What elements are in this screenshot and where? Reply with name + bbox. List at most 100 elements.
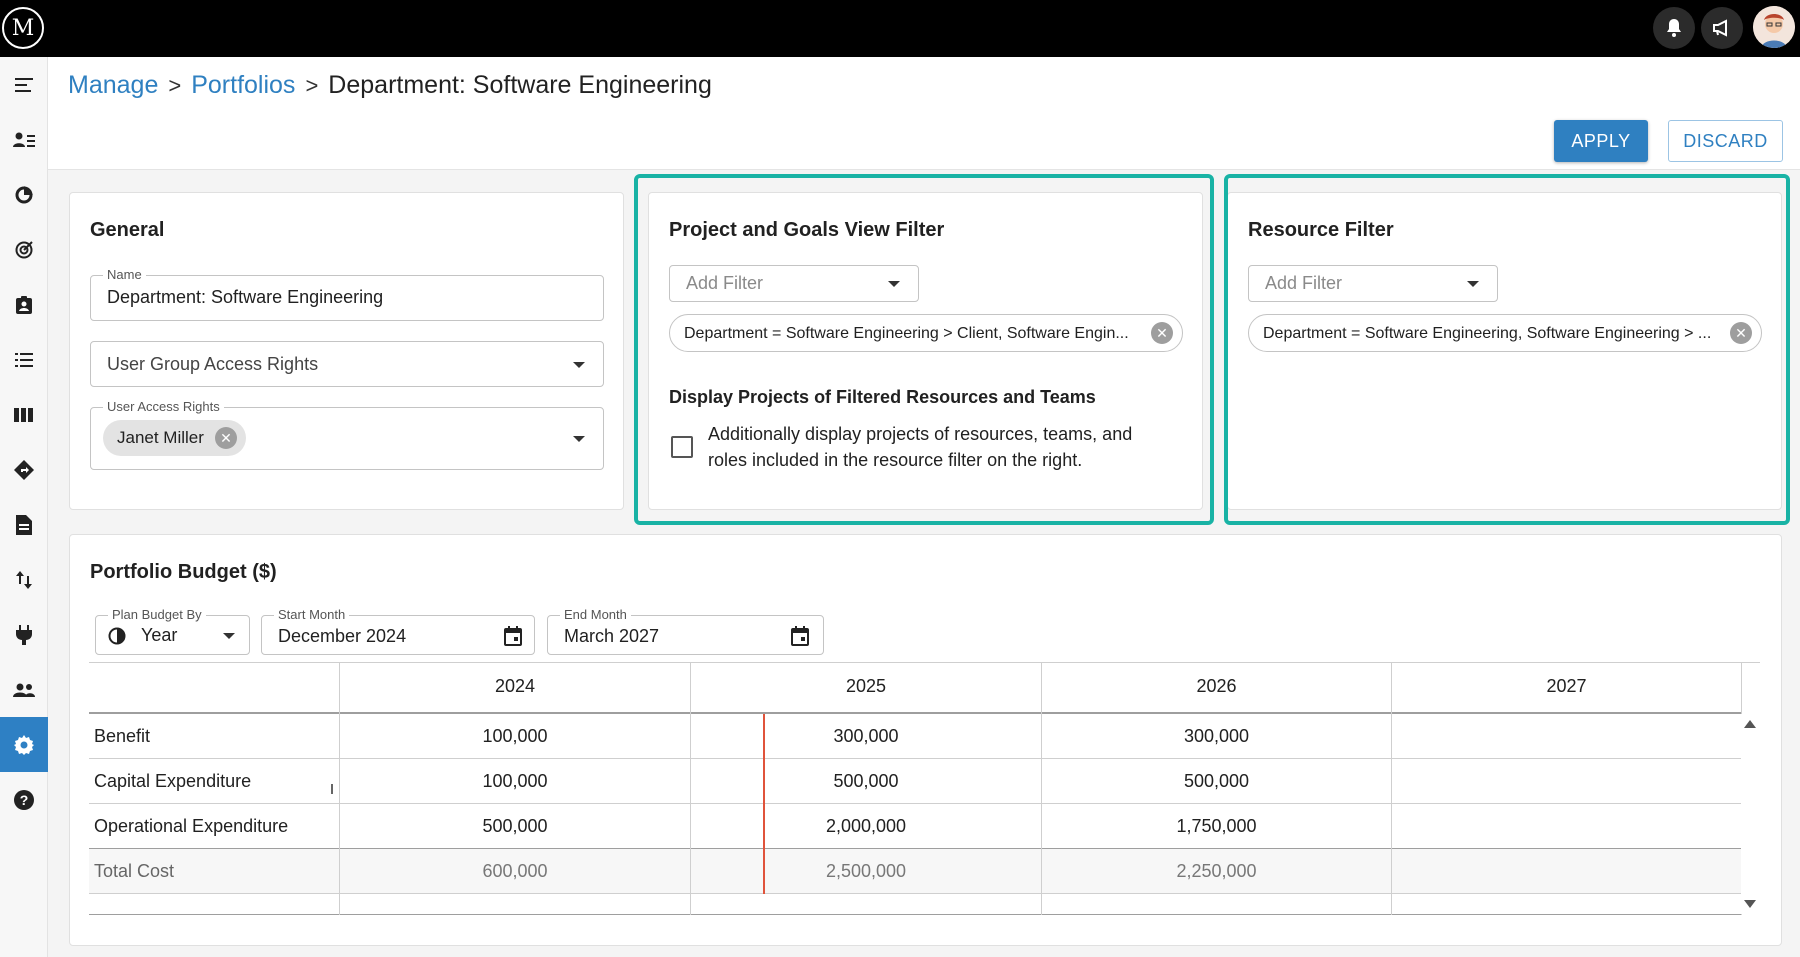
sidebar-item-resources[interactable] [0,112,48,167]
plan-budget-by-label: Plan Budget By [108,607,206,622]
column-header-2027: 2027 [1546,676,1587,696]
row-label-operational-expenditure: Operational Expenditure [94,816,289,836]
settings-icon [14,734,34,755]
sidebar-item-assignments[interactable] [0,277,48,332]
column-header-2026: 2026 [1196,676,1237,696]
sidebar-item-roadmap[interactable] [0,442,48,497]
page-title: Department: Software Engineering [328,71,712,99]
user-group-access-select[interactable]: User Group Access Rights [90,341,604,387]
user-chip-label: Janet Miller [117,428,204,447]
project-filter-highlight [634,174,1214,525]
name-field[interactable]: Name Department: Software Engineering [90,267,604,321]
name-value: Department: Software Engineering [107,287,384,307]
bell-icon [1667,19,1681,37]
breadcrumb-manage[interactable]: Manage [68,71,158,100]
vertical-scrollbar[interactable] [1741,714,1759,914]
sidebar-item-menu[interactable] [0,57,48,112]
sidebar-item-integrations[interactable] [0,607,48,662]
sidebar-item-reports[interactable] [0,497,48,552]
table-cell[interactable] [1392,759,1741,804]
table-cell[interactable]: 1,750,000 [1042,804,1391,849]
end-month-label: End Month [560,607,631,622]
end-month-field[interactable]: End Month March 2027 [547,607,824,655]
table-cell[interactable]: 500,000 [691,759,1041,804]
announcements-button[interactable] [1701,7,1743,49]
table-cell[interactable]: 500,000 [1042,759,1391,804]
sort-arrows-icon [16,570,32,589]
breadcrumb-separator: > [168,72,182,98]
half-circle-icon [108,627,126,645]
plan-budget-by-value: Year [141,625,178,645]
table-cell[interactable]: 500,000 [340,804,690,849]
svg-text:?: ? [20,792,29,808]
pie-chart-icon [15,185,33,203]
sidebar-item-settings[interactable] [0,717,48,772]
column-header-2024: 2024 [494,676,536,696]
scroll-down-icon[interactable] [1744,900,1756,908]
total-cell: 2,250,000 [1176,861,1257,881]
chevron-down-icon [223,633,235,639]
user-chip[interactable]: Janet Miller ✕ [103,420,246,456]
sidebar-item-boards[interactable] [0,387,48,442]
badge-icon [16,295,32,314]
breadcrumb: Manage > Portfolios > Department: Softwa… [68,71,712,100]
breadcrumb-portfolios[interactable]: Portfolios [191,71,295,100]
table-cell[interactable]: 300,000 [691,714,1041,759]
group-icon [13,683,35,697]
table-cell[interactable] [1392,714,1741,759]
remove-chip-icon[interactable]: ✕ [215,427,237,449]
calendar-icon[interactable] [504,626,522,646]
sidebar-item-help[interactable]: ? [0,772,48,827]
sidebar-item-teams[interactable] [0,662,48,717]
discard-button[interactable]: DISCARD [1668,120,1783,162]
sidebar-item-dashboard[interactable] [0,167,48,222]
plan-budget-by-select[interactable]: Plan Budget By Year [95,607,250,655]
scroll-up-icon[interactable] [1744,720,1756,728]
user-access-label: User Access Rights [103,399,224,414]
user-access-select[interactable]: User Access Rights Janet Miller ✕ [90,399,604,470]
document-icon [16,514,32,535]
people-list-icon [13,132,35,147]
row-label-total-cost: Total Cost [94,861,175,881]
row-label-capital-expenditure: Capital Expenditure [94,771,252,791]
sidebar: ? [0,57,48,957]
user-group-access-placeholder: User Group Access Rights [107,354,319,374]
user-avatar[interactable] [1753,6,1795,48]
sidebar-item-goals[interactable] [0,222,48,277]
list-icon [15,352,33,367]
plug-icon [16,624,32,645]
total-cell [1392,849,1741,894]
help-icon: ? [14,789,34,810]
table-cell[interactable]: 300,000 [1042,714,1391,759]
portfolio-budget-title: Portfolio Budget ($) [90,561,277,583]
table-cell[interactable]: 2,000,000 [691,804,1041,849]
row-label-benefit: Benefit [94,726,151,746]
name-label: Name [103,267,146,282]
megaphone-icon [1713,19,1727,37]
notifications-button[interactable] [1653,7,1695,49]
budget-table: 2024 2025 2026 2027 Benefit 100,000 300,… [89,662,1760,915]
chevron-down-icon [573,436,585,442]
column-header-2025: 2025 [845,676,887,696]
general-card: General Name Department: Software Engine… [69,192,624,510]
start-month-label: Start Month [274,607,350,622]
page-header: Manage > Portfolios > Department: Softwa… [48,57,1800,170]
menu-icon [15,77,33,92]
start-month-field[interactable]: Start Month December 2024 [261,607,535,655]
table-cell[interactable]: 100,000 [340,759,690,804]
total-cell: 600,000 [482,861,548,881]
app-logo[interactable]: M [2,7,44,49]
sidebar-item-list[interactable] [0,332,48,387]
calendar-icon[interactable] [791,626,809,646]
column-resize-handle[interactable] [331,784,333,794]
table-cell[interactable] [1392,804,1741,849]
chevron-down-icon [573,362,585,368]
target-icon [15,240,33,258]
table-cell[interactable]: 100,000 [340,714,690,759]
breadcrumb-separator: > [305,72,319,98]
directions-icon [14,459,34,480]
total-cell: 2,500,000 [825,861,907,881]
end-month-value: March 2027 [564,626,660,646]
apply-button[interactable]: APPLY [1554,120,1648,162]
sidebar-item-import-export[interactable] [0,552,48,607]
